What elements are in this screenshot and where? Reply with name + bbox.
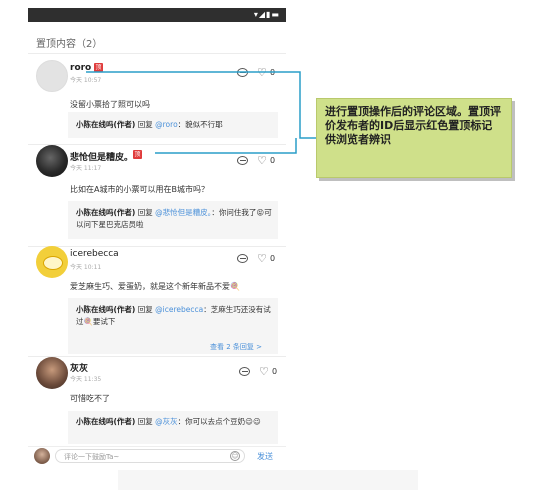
annotation-callout: 进行置顶操作后的评论区域。置顶评价发布者的ID后显示红色置顶标记供浏览者辨识 bbox=[316, 98, 512, 178]
annotation-text: 进行置顶操作后的评论区域。置顶评价发布者的ID后显示红色置顶标记供浏览者辨识 bbox=[325, 105, 501, 146]
callout-connector bbox=[86, 71, 316, 154]
connector-line-to-second-comment bbox=[155, 138, 297, 154]
connector-line-to-first-comment bbox=[86, 71, 316, 139]
